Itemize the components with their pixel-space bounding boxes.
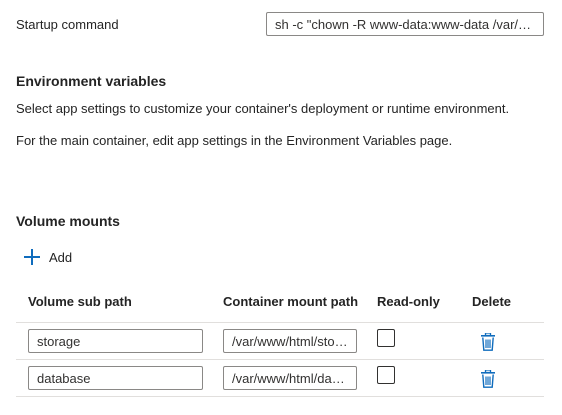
env-variables-note: For the main container, edit app setting… [16, 133, 453, 148]
delete-icon[interactable] [480, 333, 496, 351]
table-row-divider [16, 396, 544, 397]
add-icon [24, 249, 40, 265]
read-only-checkbox[interactable] [377, 366, 395, 384]
env-variables-description: Select app settings to customize your co… [16, 101, 510, 116]
table-row [0, 360, 562, 397]
add-volume-button[interactable]: Add [24, 249, 72, 265]
volume-sub-path-input[interactable] [28, 366, 203, 390]
startup-command-input[interactable] [266, 12, 544, 36]
column-header-delete: Delete [472, 294, 512, 309]
table-row [0, 323, 562, 360]
startup-command-label: Startup command [16, 17, 119, 32]
volume-mounts-title: Volume mounts [16, 213, 120, 229]
container-mount-path-input[interactable] [223, 366, 357, 390]
read-only-checkbox[interactable] [377, 329, 395, 347]
volume-sub-path-input[interactable] [28, 329, 203, 353]
delete-icon[interactable] [480, 370, 496, 388]
column-header-read-only: Read-only [377, 294, 440, 309]
add-button-label: Add [49, 249, 73, 265]
container-mount-path-input[interactable] [223, 329, 357, 353]
column-header-mount-path: Container mount path [223, 294, 359, 309]
column-header-sub-path: Volume sub path [28, 294, 132, 309]
env-variables-title: Environment variables [16, 73, 167, 89]
